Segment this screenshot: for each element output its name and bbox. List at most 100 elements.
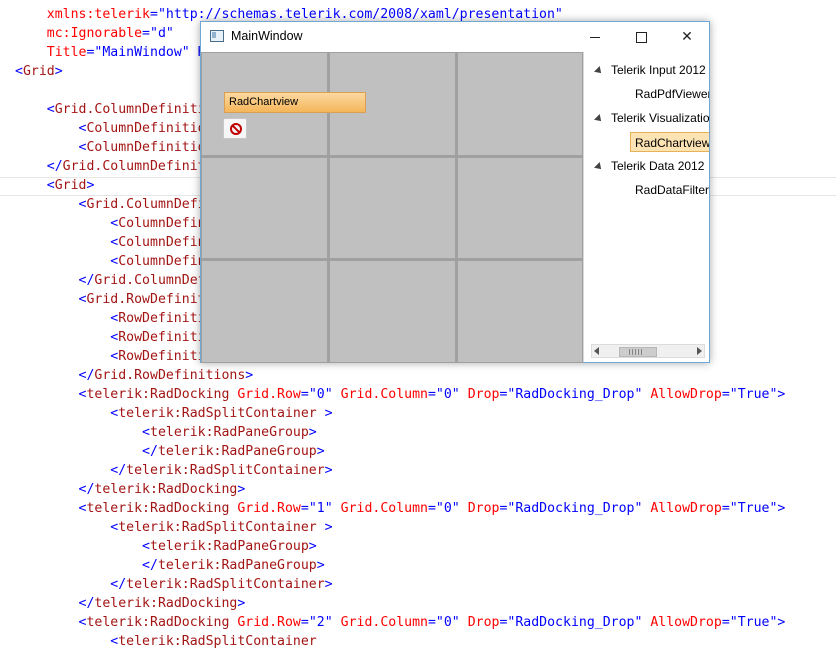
code-token: AllowDrop: [650, 501, 722, 516]
code-token: telerik:RadSplitContainer: [118, 520, 317, 535]
code-token: </: [78, 273, 95, 288]
tree-item[interactable]: RadDataFilter: [635, 180, 709, 200]
docking-cell[interactable]: [458, 261, 582, 362]
code-token: telerik:RadSplitContainer: [118, 634, 317, 649]
code-token: Grid.Column: [340, 501, 428, 516]
code-token: =: [427, 387, 436, 402]
code-token: telerik:RadPaneGroup: [157, 558, 317, 573]
main-window[interactable]: MainWindow ✕ RadChartview Telerik Input …: [200, 21, 710, 363]
code-token: >: [316, 406, 333, 421]
code-token: >: [245, 368, 254, 383]
code-token: "RadDocking_Drop": [507, 615, 643, 630]
code-line: <ColumnDefinition: [15, 119, 214, 138]
minimize-button[interactable]: [572, 22, 618, 52]
code-line: <telerik:RadPaneGroup>: [15, 537, 317, 556]
code-line: <telerik:RadDocking Grid.Row="0" Grid.Co…: [15, 385, 786, 404]
close-icon: ✕: [681, 29, 693, 45]
code-token: </: [142, 558, 158, 573]
code-line: </telerik:RadPaneGroup>: [15, 556, 325, 575]
scroll-right-icon[interactable]: [697, 347, 702, 355]
code-token: <: [46, 178, 55, 193]
code-token: telerik:RadDocking: [86, 615, 230, 630]
expand-arrow-icon[interactable]: [594, 161, 604, 172]
code-token: >: [308, 539, 317, 554]
scroll-thumb[interactable]: [619, 347, 657, 357]
expand-arrow-icon[interactable]: [594, 65, 604, 76]
code-token: =: [142, 26, 150, 41]
code-token: >: [237, 596, 246, 611]
scroll-left-icon[interactable]: [594, 347, 599, 355]
code-token: Drop: [467, 387, 500, 402]
docking-cell[interactable]: [330, 261, 455, 362]
tree-group[interactable]: Telerik Visualization: [594, 108, 709, 128]
code-token: </: [78, 368, 95, 383]
code-token: "1": [308, 501, 333, 516]
code-token: telerik:RadSplitContainer: [118, 406, 317, 421]
code-token: "0": [308, 387, 333, 402]
minimize-icon: [590, 36, 600, 38]
tree-item[interactable]: RadChartview: [630, 132, 709, 152]
code-token: telerik:RadPaneGroup: [157, 444, 317, 459]
docking-grid[interactable]: RadChartview: [201, 52, 583, 363]
code-line: <RowDefinition: [15, 309, 221, 328]
code-token: "MainWindow" H: [94, 45, 206, 60]
horizontal-scrollbar[interactable]: [591, 344, 705, 358]
code-line: </telerik:RadPaneGroup>: [15, 442, 325, 461]
tree-item[interactable]: RadPdfViewer: [635, 84, 709, 104]
code-token: "True": [729, 501, 778, 516]
docking-cell[interactable]: [202, 261, 327, 362]
code-line: </telerik:RadSplitContainer>: [15, 575, 332, 594]
docking-cell[interactable]: [202, 158, 327, 258]
code-token: =: [721, 615, 730, 630]
window-titlebar[interactable]: MainWindow ✕: [201, 22, 709, 52]
code-token: telerik:RadDocking: [94, 596, 238, 611]
code-token: >: [86, 178, 95, 193]
close-button[interactable]: ✕: [664, 22, 710, 52]
docking-cell[interactable]: [458, 53, 582, 155]
code-token: "http://schemas.telerik.com/2008/xaml/pr…: [157, 7, 563, 22]
code-line: </telerik:RadDocking>: [15, 594, 246, 613]
code-token: telerik:RadDocking: [94, 482, 238, 497]
code-token: Grid.Row: [237, 501, 301, 516]
code-token: Grid.Row: [237, 387, 301, 402]
code-token: mc:Ignorable: [46, 26, 143, 41]
code-token: telerik:RadDocking: [86, 501, 230, 516]
code-token: Drop: [467, 615, 500, 630]
docking-cell[interactable]: [330, 158, 455, 258]
docking-cell[interactable]: [458, 158, 582, 258]
code-token: <: [46, 102, 55, 117]
code-token: Grid.Column: [340, 615, 428, 630]
code-token: </: [110, 577, 127, 592]
no-drop-icon: [230, 123, 242, 135]
tree-group[interactable]: Telerik Data 2012: [594, 156, 704, 176]
code-token: >: [54, 64, 63, 79]
code-token: =: [721, 387, 730, 402]
window-client-area: RadChartview Telerik Input 2012 RadPdfVie…: [201, 52, 709, 363]
code-token: telerik:RadPaneGroup: [150, 425, 309, 440]
expand-arrow-icon[interactable]: [594, 113, 604, 124]
code-token: ColumnDefinition: [86, 121, 214, 136]
toolbox-tree[interactable]: Telerik Input 2012 RadPdfViewer Telerik Vi…: [583, 52, 709, 362]
maximize-button[interactable]: [618, 22, 664, 52]
code-token: =: [300, 615, 309, 630]
code-token: AllowDrop: [650, 387, 722, 402]
code-token: >: [777, 615, 786, 630]
code-token: </: [110, 463, 127, 478]
tree-group[interactable]: Telerik Input 2012: [594, 60, 706, 80]
